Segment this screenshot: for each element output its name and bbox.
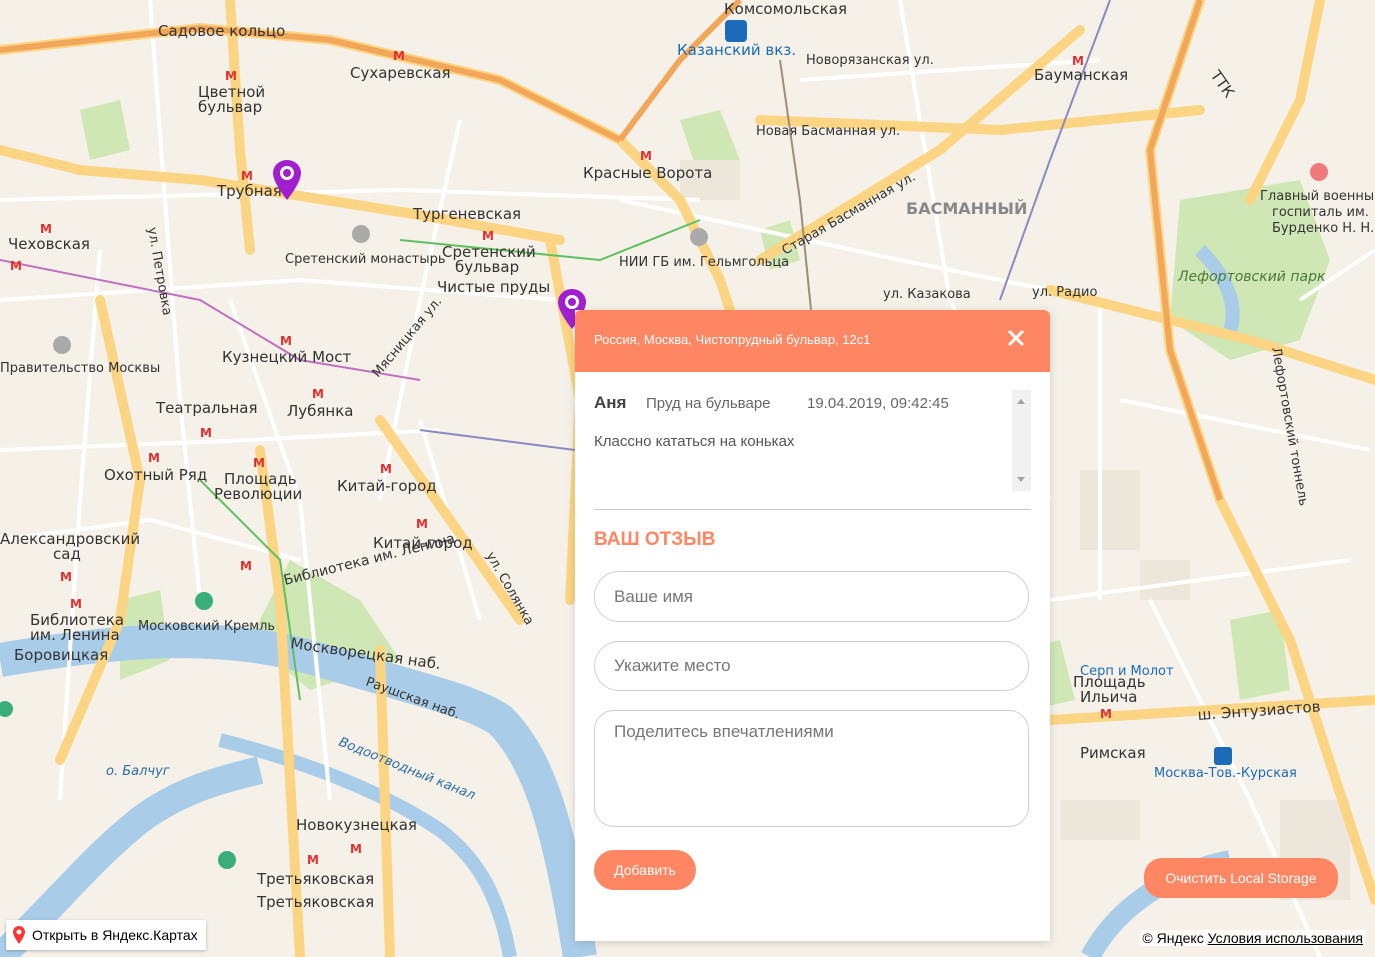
svg-text:M: M (10, 259, 22, 273)
name-input[interactable] (594, 571, 1029, 622)
label-lubyanka: Лубянка (287, 402, 354, 420)
label-ilyicha-2: Ильича (1080, 688, 1137, 706)
placemark-marker[interactable] (272, 158, 302, 202)
svg-text:M: M (416, 517, 428, 531)
label-kazakova: ул. Казакова (883, 287, 971, 302)
label-baumanskaya: Бауманская (1034, 66, 1128, 84)
review-date: 19.04.2019, 09:42:45 (807, 395, 949, 412)
label-chekhovskaya: Чеховская (8, 235, 90, 253)
label-rimskaya: Римская (1080, 744, 1146, 762)
scroll-down-arrow-icon[interactable] (1017, 477, 1025, 482)
label-radio: ул. Радио (1032, 285, 1098, 300)
place-input[interactable] (594, 641, 1029, 691)
svg-text:M: M (40, 222, 52, 236)
label-teatralnaya: Театральная (155, 399, 257, 417)
svg-text:M: M (307, 853, 319, 867)
label-hospital-1: Главный военный (1260, 189, 1375, 204)
label-kremlin: Московский Кремль (138, 619, 275, 634)
label-novaya-basmannaya: Новая Басманная ул. (756, 124, 900, 139)
clear-storage-button[interactable]: Очистить Local Storage (1144, 858, 1338, 898)
reviews-scrollbar[interactable] (1012, 390, 1031, 491)
svg-text:M: M (253, 456, 265, 470)
label-nii-gb: НИИ ГБ им. Гельмгольца (619, 255, 789, 270)
label-turgenevskaya: Тургеневская (412, 205, 521, 223)
label-ploshchad-2: Революции (214, 485, 302, 503)
svg-text:M: M (640, 149, 652, 163)
svg-text:M: M (280, 334, 292, 348)
label-novokuznetskaya: Новокузнецкая (296, 816, 417, 834)
review-text: Классно кататься на коньках (594, 433, 795, 450)
review-place: Пруд на бульваре (646, 395, 771, 412)
label-novoryazanskaya: Новорязанская ул. (806, 53, 934, 68)
svg-text:M: M (241, 169, 253, 183)
label-chistye-prudy: Чистые пруды (437, 278, 550, 296)
label-basmanny: БАСМАННЫЙ (906, 199, 1027, 218)
svg-text:M: M (380, 462, 392, 476)
label-sukharevskaya: Сухаревская (350, 64, 451, 82)
svg-text:M: M (70, 597, 82, 611)
svg-text:M: M (482, 229, 494, 243)
label-komsomolskaya: Комсомольская (724, 0, 847, 18)
svg-text:M: M (200, 426, 212, 440)
label-sadovoe: Садовое кольцо (158, 22, 285, 40)
terms-link[interactable]: Условия использования (1208, 930, 1363, 946)
label-lefortovo-park: Лефортовский парк (1177, 269, 1326, 285)
svg-text:M: M (312, 387, 324, 401)
label-sretensky-2: бульвар (455, 258, 519, 276)
map-pin-icon (13, 926, 25, 944)
copyright-text: © Яндекс (1142, 930, 1204, 946)
svg-text:M: M (240, 559, 252, 573)
divider (594, 509, 1031, 510)
svg-text:M: M (393, 49, 405, 63)
scroll-up-arrow-icon[interactable] (1017, 399, 1025, 404)
form-title: ВАШ ОТЗЫВ (594, 529, 716, 550)
open-in-yandex-label: Открыть в Яндекс.Картах (32, 927, 198, 943)
label-kitay-gorod: Китай-город (337, 477, 437, 495)
label-aleksandrovsky-2: сад (53, 545, 81, 563)
svg-text:M: M (60, 570, 72, 584)
open-in-yandex-maps-link[interactable]: Открыть в Яндекс.Картах (6, 920, 206, 950)
label-hospital-3: Бурденко Н. Н. (1272, 221, 1374, 236)
impressions-textarea[interactable] (594, 710, 1029, 827)
copyright: © Яндекс Условия использования (1140, 930, 1365, 946)
balloon-address: Россия, Москва, Чистопрудный бульвар, 12… (594, 332, 871, 347)
label-tretyakovskaya-2: Третьяковская (256, 893, 374, 911)
add-review-button[interactable]: Добавить (594, 850, 696, 890)
label-hospital-2: госпиталь им. (1272, 205, 1369, 220)
svg-text:M: M (350, 842, 362, 856)
label-krasnye-vorota: Красные Ворота (583, 164, 712, 182)
svg-text:M: M (148, 451, 160, 465)
label-tretyakovskaya: Третьяковская (256, 870, 374, 888)
close-icon[interactable] (1006, 328, 1026, 348)
label-sretensky-monastery: Сретенский монастырь (285, 252, 446, 267)
svg-text:M: M (225, 69, 237, 83)
balloon-header: Россия, Москва, Чистопрудный бульвар, 12… (575, 310, 1050, 372)
label-kuznetsky-most: Кузнецкий Мост (222, 348, 351, 366)
label-okhotny-ryad: Охотный Ряд (104, 466, 207, 484)
review-author: Аня (594, 393, 627, 412)
svg-text:M: M (1100, 707, 1112, 721)
label-kazansky: Казанский вкз. (677, 41, 796, 59)
label-balchug: о. Балчуг (106, 764, 170, 779)
label-government: Правительство Москвы (0, 361, 160, 376)
label-tsvetnoy-2: бульвар (198, 98, 262, 116)
reviews-list[interactable]: Аня Пруд на бульваре 19.04.2019, 09:42:4… (594, 390, 1031, 491)
label-borovitskaya: Боровицкая (14, 646, 108, 664)
label-lenin-2: им. Ленина (30, 626, 120, 644)
review-balloon: Россия, Москва, Чистопрудный бульвар, 12… (575, 310, 1050, 941)
label-kurskaya: Москва-Тов.-Курская (1154, 766, 1297, 781)
